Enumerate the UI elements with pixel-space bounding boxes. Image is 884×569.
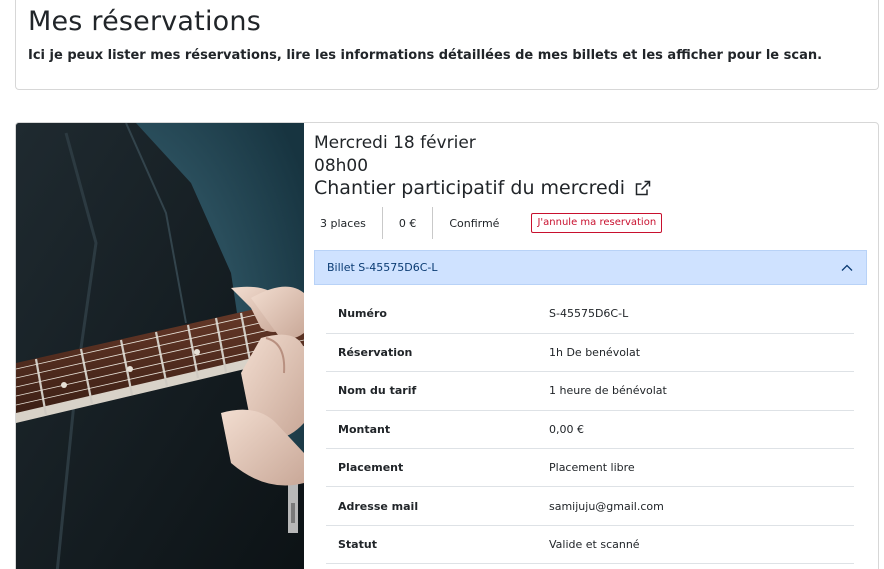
row-key: Placement bbox=[326, 448, 549, 488]
places-count: 3 places bbox=[314, 207, 383, 239]
row-value: S-45575D6C-L bbox=[549, 295, 854, 334]
reservation-card: Mercredi 18 février 08h00 Chantier parti… bbox=[15, 122, 879, 569]
table-row: Placement Placement libre bbox=[326, 448, 854, 488]
event-title[interactable]: Chantier participatif du mercredi bbox=[314, 177, 653, 199]
page-title: Mes réservations bbox=[28, 6, 261, 37]
table-row: Numéro S-45575D6C-L bbox=[326, 295, 854, 334]
row-key: Nom du tarif bbox=[326, 371, 549, 411]
table-row: Montant 0,00 € bbox=[326, 410, 854, 450]
event-title-text: Chantier participatif du mercredi bbox=[314, 177, 625, 199]
page-subtitle: Ici je peux lister mes réservations, lir… bbox=[28, 48, 823, 63]
cancel-reservation-button[interactable]: J'annule ma reservation bbox=[531, 213, 663, 233]
row-value: 1h De benévolat bbox=[549, 333, 854, 373]
row-key: Numéro bbox=[326, 295, 549, 334]
status-badge: Confirmé bbox=[449, 216, 500, 230]
row-value: Placement libre bbox=[549, 448, 854, 488]
table-row: Réservation 1h De benévolat bbox=[326, 333, 854, 373]
ticket-accordion-header[interactable]: Billet S-45575D6C-L bbox=[314, 250, 867, 285]
row-key: Réservation bbox=[326, 333, 549, 373]
row-key: Statut bbox=[326, 525, 549, 565]
ticket-details-table: Numéro S-45575D6C-L Réservation 1h De be… bbox=[326, 295, 854, 565]
table-row: Statut Valide et scanné bbox=[326, 525, 854, 565]
row-value: 1 heure de bénévolat bbox=[549, 371, 854, 411]
price: 0 € bbox=[383, 207, 434, 239]
event-time: 08h00 bbox=[314, 156, 369, 176]
ticket-label: Billet S-45575D6C-L bbox=[327, 261, 438, 274]
chevron-up-icon bbox=[841, 264, 853, 271]
event-date: Mercredi 18 février bbox=[314, 133, 476, 153]
reservation-meta: 3 places 0 € Confirmé J'annule ma reserv… bbox=[314, 207, 663, 239]
table-row: Adresse mail samijuju@gmail.com bbox=[326, 486, 854, 526]
event-image bbox=[16, 123, 304, 569]
table-row: Nom du tarif 1 heure de bénévolat bbox=[326, 371, 854, 411]
row-value: 0,00 € bbox=[549, 410, 854, 450]
row-value: Valide et scanné bbox=[549, 525, 854, 565]
external-link-icon[interactable] bbox=[633, 178, 653, 198]
row-key: Montant bbox=[326, 410, 549, 450]
page-header: Mes réservations Ici je peux lister mes … bbox=[15, 0, 879, 90]
row-value: samijuju@gmail.com bbox=[549, 486, 854, 526]
row-key: Adresse mail bbox=[326, 486, 549, 526]
